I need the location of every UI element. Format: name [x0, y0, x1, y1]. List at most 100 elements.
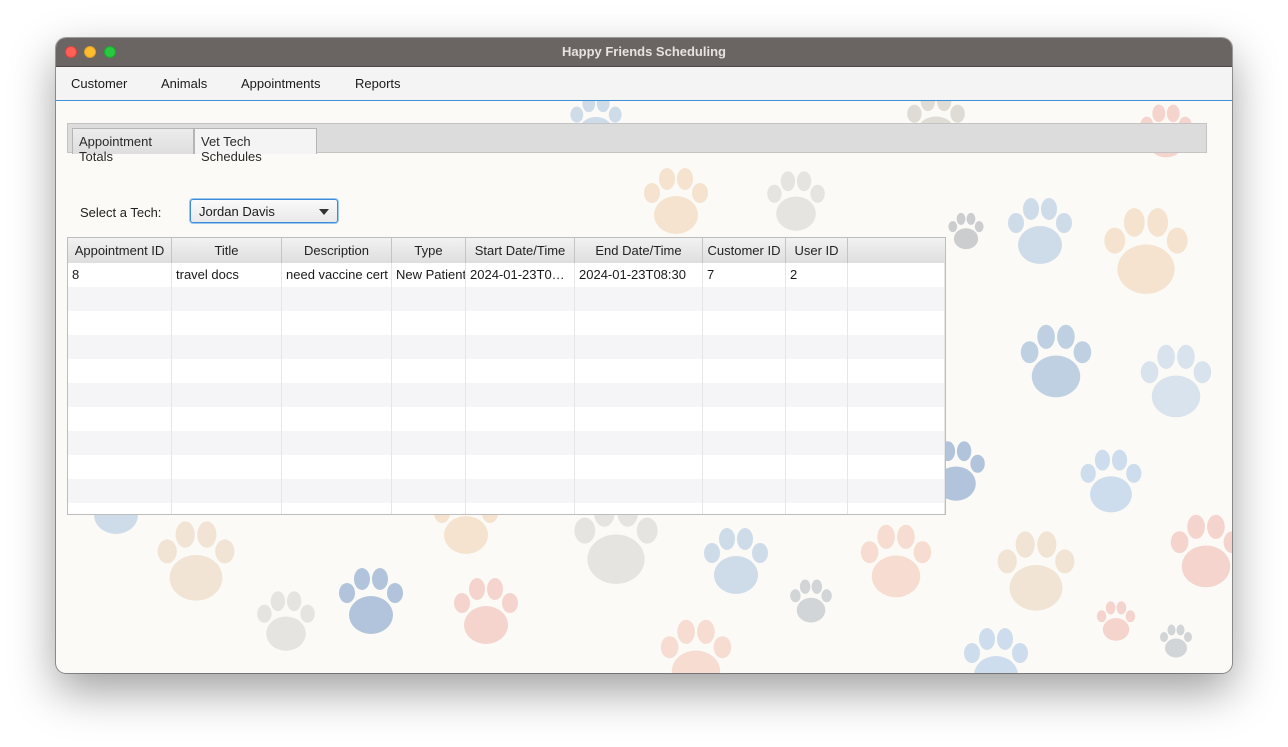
table-cell — [172, 455, 282, 479]
tech-dropdown[interactable]: Jordan Davis — [190, 199, 338, 223]
table-cell — [703, 407, 786, 431]
table-cell — [575, 359, 703, 383]
paw-print — [767, 171, 825, 231]
table-cell — [848, 407, 945, 431]
table-cell — [282, 359, 392, 383]
tab-vet-tech-schedules[interactable]: Vet Tech Schedules — [194, 128, 317, 164]
table-cell — [282, 383, 392, 407]
paw-print — [454, 578, 518, 644]
table-row[interactable] — [68, 503, 945, 514]
table-cell — [282, 479, 392, 503]
table-cell — [282, 503, 392, 514]
table-cell — [575, 407, 703, 431]
table-cell — [282, 287, 392, 311]
table-cell — [786, 311, 848, 335]
table-cell — [68, 455, 172, 479]
table-cell — [68, 311, 172, 335]
table-cell — [172, 335, 282, 359]
select-tech-label: Select a Tech: — [80, 205, 162, 220]
table-cell — [392, 431, 466, 455]
table-cell — [703, 479, 786, 503]
table-cell — [466, 407, 575, 431]
table-cell — [786, 335, 848, 359]
table-cell: 8 — [68, 263, 172, 287]
table-cell — [575, 383, 703, 407]
table-cell — [786, 407, 848, 431]
menu-appointments[interactable]: Appointments — [241, 76, 321, 91]
table-cell — [282, 311, 392, 335]
chevron-down-icon — [319, 209, 329, 215]
column-header-start[interactable]: Start Date/Time — [466, 238, 575, 263]
paw-print — [1104, 208, 1188, 294]
table-cell — [172, 287, 282, 311]
column-header-description[interactable]: Description — [282, 238, 392, 263]
table-cell — [848, 455, 945, 479]
column-header-appointment-id[interactable]: Appointment ID — [68, 238, 172, 263]
column-header-title[interactable]: Title — [172, 238, 282, 263]
window-title: Happy Friends Scheduling — [562, 44, 726, 59]
table-cell — [703, 359, 786, 383]
table-cell — [68, 503, 172, 514]
table-row[interactable] — [68, 383, 945, 407]
table-row[interactable] — [68, 287, 945, 311]
table-row[interactable] — [68, 407, 945, 431]
menu-reports[interactable]: Reports — [355, 76, 401, 91]
table-row[interactable] — [68, 311, 945, 335]
table-cell — [392, 383, 466, 407]
table-cell — [68, 479, 172, 503]
tab-strip: Appointment Totals Vet Tech Schedules — [67, 123, 1207, 164]
menu-animals[interactable]: Animals — [161, 76, 207, 91]
appointments-table: Appointment ID Title Description Type St… — [67, 237, 946, 515]
column-header-customer-id[interactable]: Customer ID — [703, 238, 786, 263]
table-cell — [392, 311, 466, 335]
paw-print — [860, 524, 932, 598]
table-row[interactable] — [68, 479, 945, 503]
menu-customer[interactable]: Customer — [71, 76, 127, 91]
tab-appointment-totals[interactable]: Appointment Totals — [72, 128, 194, 164]
column-header-end[interactable]: End Date/Time — [575, 238, 703, 263]
column-header-user-id[interactable]: User ID — [786, 238, 848, 263]
table-cell — [392, 359, 466, 383]
table-cell — [68, 359, 172, 383]
app-window: Happy Friends Scheduling Customer Animal… — [56, 38, 1232, 673]
table-cell — [848, 359, 945, 383]
table-cell — [575, 335, 703, 359]
table-cell — [703, 311, 786, 335]
table-cell — [466, 455, 575, 479]
table-cell — [786, 287, 848, 311]
table-cell — [786, 359, 848, 383]
table-cell — [703, 431, 786, 455]
column-header-type[interactable]: Type — [392, 238, 466, 263]
table-cell — [848, 503, 945, 514]
table-cell — [172, 431, 282, 455]
table-cell — [172, 359, 282, 383]
paw-print — [339, 568, 403, 634]
table-cell — [848, 431, 945, 455]
table-cell — [466, 311, 575, 335]
table-row[interactable] — [68, 335, 945, 359]
table-cell — [703, 503, 786, 514]
table-cell — [68, 383, 172, 407]
table-cell: need vaccine cert — [282, 263, 392, 287]
table-cell — [68, 407, 172, 431]
table-cell — [466, 431, 575, 455]
table-cell — [172, 503, 282, 514]
table-row[interactable]: 8 travel docs need vaccine cert New Patient… — [68, 263, 945, 287]
table-cell — [703, 383, 786, 407]
paw-print — [704, 528, 768, 594]
table-cell — [575, 311, 703, 335]
menu-bar: Customer Animals Appointments Reports — [56, 67, 1232, 101]
table-cell — [172, 383, 282, 407]
table-cell — [466, 383, 575, 407]
table-cell — [172, 479, 282, 503]
table-row[interactable] — [68, 431, 945, 455]
paw-print — [644, 168, 708, 234]
table-row[interactable] — [68, 359, 945, 383]
table-cell — [848, 479, 945, 503]
table-cell — [392, 479, 466, 503]
table-cell — [466, 359, 575, 383]
table-cell — [68, 431, 172, 455]
table-row[interactable] — [68, 455, 945, 479]
table-cell — [466, 287, 575, 311]
table-cell — [392, 287, 466, 311]
